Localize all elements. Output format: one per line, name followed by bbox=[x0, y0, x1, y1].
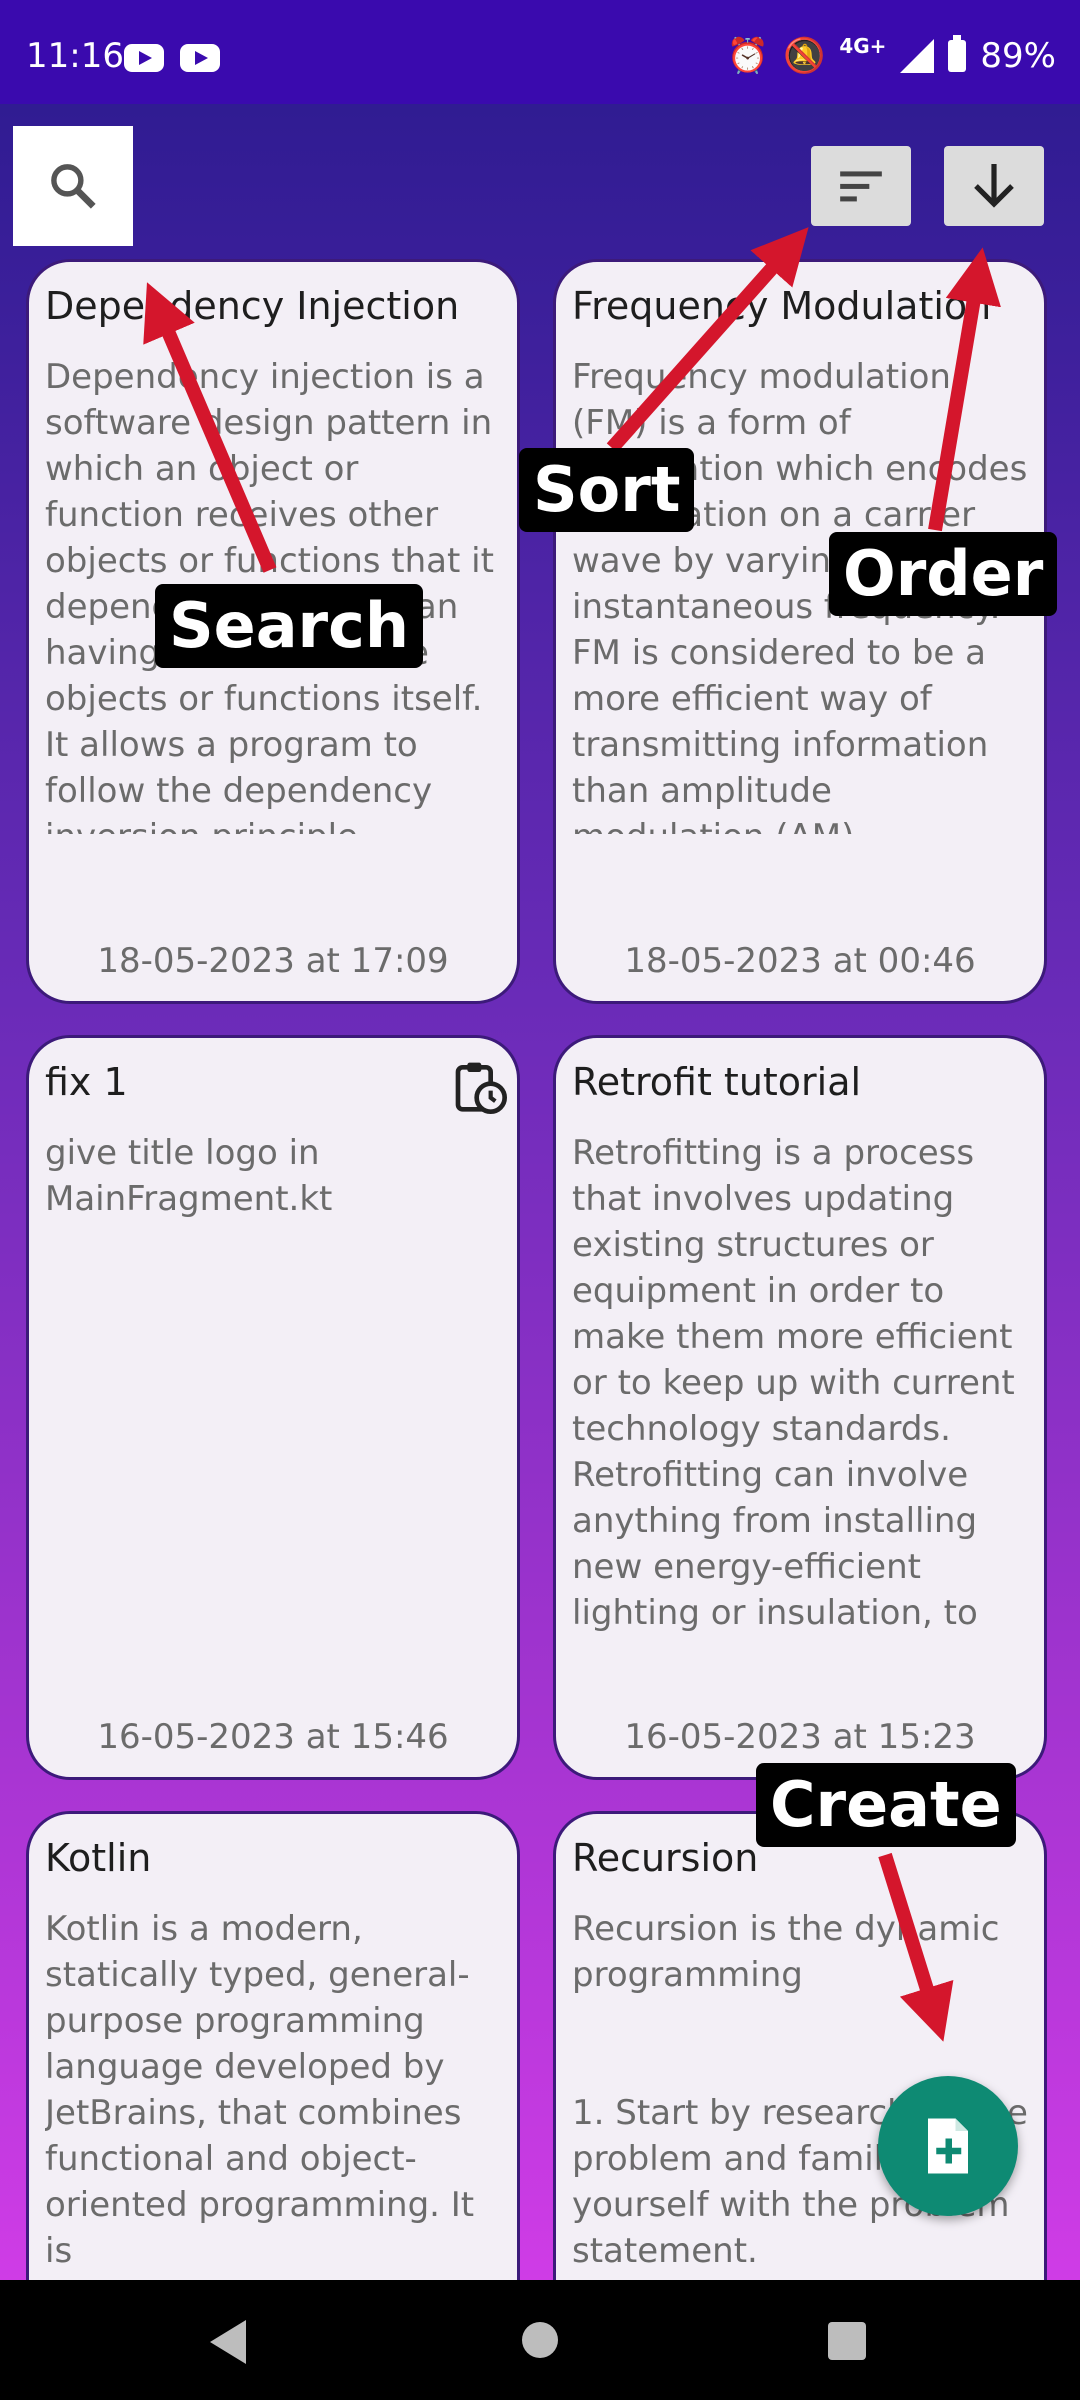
arrow-down-icon bbox=[974, 164, 1014, 208]
note-date: 18-05-2023 at 17:09 bbox=[97, 941, 449, 981]
note-card[interactable]: Recursion Recursion is the dynamic progr… bbox=[553, 1811, 1047, 2331]
recents-icon[interactable] bbox=[828, 2322, 866, 2360]
create-note-button[interactable] bbox=[878, 2076, 1018, 2216]
note-body: Kotlin is a modern, statically typed, ge… bbox=[45, 1909, 475, 2271]
search-callout: Search bbox=[155, 584, 424, 668]
note-date: 16-05-2023 at 15:23 bbox=[624, 1717, 976, 1757]
note-card[interactable]: Kotlin Kotlin is a modern, statically ty… bbox=[26, 1811, 520, 2331]
note-body: Retrofitting is a process that involves … bbox=[572, 1133, 1015, 1633]
sort-button[interactable] bbox=[811, 146, 911, 226]
note-card[interactable]: Retrofit tutorial Retrofitting is a proc… bbox=[553, 1035, 1047, 1780]
order-callout: Order bbox=[829, 532, 1058, 616]
note-title: Kotlin bbox=[45, 1836, 152, 1880]
clock: 11:16 bbox=[26, 36, 124, 76]
back-icon[interactable] bbox=[210, 2320, 246, 2364]
search-button[interactable] bbox=[13, 126, 133, 246]
note-card[interactable]: Frequency Modulation Frequency modulatio… bbox=[553, 259, 1047, 1004]
alarm-icon: ⏰ bbox=[726, 36, 769, 76]
note-title: fix 1 bbox=[45, 1060, 128, 1104]
note-title: Retrofit tutorial bbox=[572, 1060, 862, 1104]
search-icon bbox=[51, 164, 96, 209]
note-date: 16-05-2023 at 15:46 bbox=[97, 1717, 449, 1757]
youtube-icon bbox=[180, 44, 220, 72]
network-type: 4G+ bbox=[839, 34, 887, 58]
note-title: Dependency Injection bbox=[45, 284, 460, 328]
order-button[interactable] bbox=[944, 146, 1044, 226]
note-card[interactable]: fix 1 give title logo in MainFragment.kt… bbox=[26, 1035, 520, 1780]
battery-percent: 89% bbox=[980, 36, 1056, 76]
create-callout: Create bbox=[756, 1763, 1016, 1847]
note-title: Frequency Modulation bbox=[572, 284, 992, 328]
sort-icon bbox=[840, 171, 882, 202]
note-body: give title logo in MainFragment.kt bbox=[45, 1133, 333, 1219]
note-add-icon bbox=[928, 2118, 968, 2174]
signal-icon bbox=[900, 39, 935, 73]
battery-icon bbox=[948, 35, 967, 72]
note-date: 18-05-2023 at 00:46 bbox=[624, 941, 976, 981]
home-icon[interactable] bbox=[522, 2322, 558, 2358]
notifications-off-icon: 🔕 bbox=[782, 36, 826, 76]
youtube-icon bbox=[124, 44, 164, 72]
status-bar: 11:16 ⏰ 🔕 4G+ 89% bbox=[0, 0, 1080, 104]
clipboard-clock-icon bbox=[451, 1058, 507, 1118]
sort-callout: Sort bbox=[519, 448, 695, 532]
